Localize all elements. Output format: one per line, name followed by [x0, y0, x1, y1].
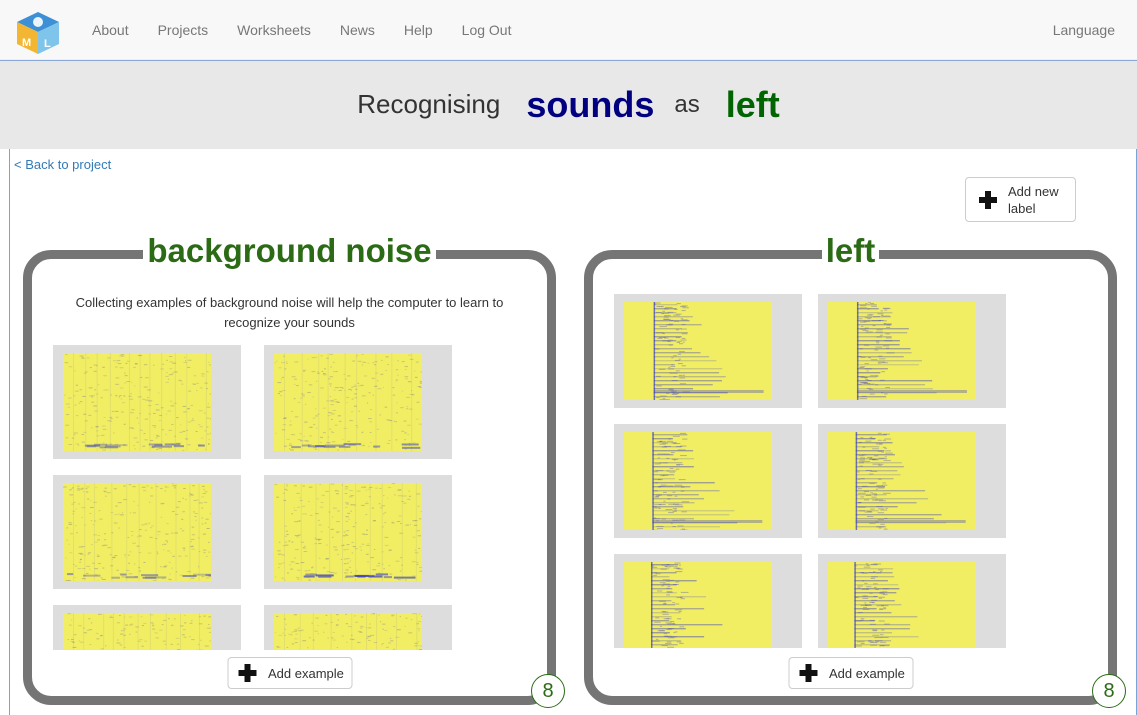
plus-icon [238, 664, 256, 682]
nav-links: About Projects Worksheets News Help Log … [92, 0, 540, 60]
sound-example[interactable] [264, 605, 452, 650]
label-panel-left: left Add example 8 [584, 232, 1126, 708]
spectrogram-image [274, 613, 422, 650]
spectrogram-image [624, 302, 772, 400]
example-count-badge: 8 [1092, 674, 1126, 708]
spectrogram-image [274, 353, 422, 451]
spectrogram-image [828, 432, 976, 530]
nav-worksheets[interactable]: Worksheets [237, 22, 311, 38]
svg-text:L: L [44, 38, 51, 50]
sound-example[interactable] [264, 345, 452, 459]
title-prefix: Recognising [357, 89, 501, 119]
add-example-text: Add example [829, 665, 905, 681]
sound-example[interactable] [818, 554, 1006, 648]
sound-example[interactable] [818, 424, 1006, 538]
sound-example[interactable] [614, 554, 802, 648]
spectrogram-image [828, 302, 976, 400]
nav-news[interactable]: News [340, 22, 375, 38]
add-new-label-button[interactable]: Add new label [965, 177, 1076, 222]
sound-example[interactable] [818, 294, 1006, 408]
nav-log-out[interactable]: Log Out [462, 22, 512, 38]
add-example-button[interactable]: Add example [788, 657, 913, 689]
title-keyword-sounds: sounds [526, 83, 655, 125]
examples-grid [53, 345, 526, 650]
label-panel-background-noise: background noise Collecting examples of … [23, 232, 565, 708]
add-example-button[interactable]: Add example [227, 657, 352, 689]
spectrogram-image [63, 483, 211, 581]
page-title: Recognising sounds as left [0, 60, 1137, 149]
spectrogram-image [624, 432, 772, 530]
spectrogram-image [274, 483, 422, 581]
title-middle: as [674, 90, 700, 118]
label-title: background noise [32, 229, 547, 280]
add-example-text: Add example [268, 665, 344, 681]
header-divider [0, 60, 1137, 61]
nav-language[interactable]: Language [1053, 0, 1115, 60]
plus-icon [979, 190, 997, 209]
top-navbar: M L About Projects Worksheets News Help … [0, 0, 1137, 60]
nav-help[interactable]: Help [404, 22, 433, 38]
sound-example[interactable] [53, 345, 241, 459]
label-title-text[interactable]: left [821, 232, 880, 269]
sound-example[interactable] [53, 475, 241, 589]
label-title: left [593, 229, 1108, 280]
ml4k-logo-icon[interactable]: M L [14, 11, 62, 55]
example-count-badge: 8 [531, 674, 565, 708]
content-edge-left [9, 149, 10, 715]
label-title-text[interactable]: background noise [143, 232, 436, 269]
add-new-label-text: Add new label [1008, 183, 1059, 216]
examples-grid [614, 294, 1087, 648]
nav-about[interactable]: About [92, 22, 129, 38]
spectrogram-image [63, 613, 211, 650]
sound-example[interactable] [614, 424, 802, 538]
sound-example[interactable] [53, 605, 241, 650]
spectrogram-image [624, 562, 772, 648]
title-keyword-label: left [725, 83, 780, 125]
spectrogram-image [828, 562, 976, 648]
label-description: Collecting examples of background noise … [75, 295, 504, 330]
sound-example[interactable] [614, 294, 802, 408]
svg-text:M: M [22, 37, 31, 49]
nav-projects[interactable]: Projects [158, 22, 209, 38]
sound-example[interactable] [264, 475, 452, 589]
plus-icon [799, 664, 817, 682]
back-to-project-link[interactable]: < Back to project [14, 157, 111, 172]
spectrogram-image [63, 353, 211, 451]
